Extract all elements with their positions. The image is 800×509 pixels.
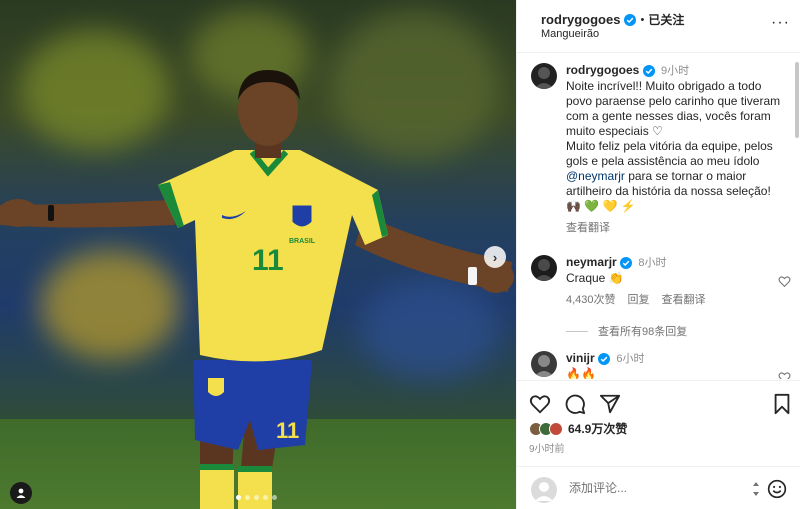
more-options-icon[interactable]: ··· bbox=[771, 14, 790, 32]
comment-body: neymarjr 8小时 Craque 👏 4,430次赞 回复 查看翻译 bbox=[566, 255, 781, 308]
next-media-button[interactable]: › bbox=[484, 246, 506, 268]
jersey-number: 11 bbox=[252, 244, 284, 277]
verified-badge-icon bbox=[620, 256, 633, 269]
verified-badge-icon bbox=[642, 64, 655, 77]
comments-section[interactable]: rodrygogoes 9小时 Noite incrível!! Muito o… bbox=[517, 53, 800, 379]
chevron-right-icon: › bbox=[492, 249, 498, 265]
carousel-dot bbox=[254, 495, 259, 500]
post-timestamp: 9小时前 bbox=[529, 444, 565, 455]
comment-input[interactable] bbox=[569, 481, 739, 495]
header-author-line: rodrygogoes • 已关注 bbox=[541, 11, 684, 28]
location-link[interactable]: Mangueirão bbox=[541, 28, 599, 40]
player-illustration: 11 BRASIL 11 bbox=[0, 70, 514, 509]
post-media[interactable]: 11 BRASIL 11 › bbox=[0, 0, 516, 509]
crest-text: BRASIL bbox=[289, 238, 316, 245]
verified-badge-icon bbox=[598, 352, 611, 365]
carousel-dot bbox=[263, 495, 268, 500]
caption-body: rodrygogoes 9小时 Noite incrível!! Muito o… bbox=[566, 63, 781, 236]
comment-time: 6小时 bbox=[616, 353, 645, 365]
caption-username[interactable]: rodrygogoes bbox=[566, 63, 639, 77]
comment-likes[interactable]: 4,430次赞 bbox=[566, 293, 616, 308]
see-translation-link[interactable]: 查看翻译 bbox=[566, 221, 610, 236]
caption-meta: 查看翻译 bbox=[566, 221, 781, 236]
emoji-icon[interactable] bbox=[767, 479, 787, 499]
avatar bbox=[531, 477, 557, 503]
carousel-indicator bbox=[236, 495, 277, 500]
following-button[interactable]: 已关注 bbox=[648, 11, 684, 28]
user-tag-icon bbox=[16, 488, 26, 498]
view-replies[interactable]: 查看所有98条回复 bbox=[566, 323, 687, 339]
add-comment-bar bbox=[517, 466, 800, 509]
action-bar bbox=[517, 380, 800, 420]
verified-badge-icon bbox=[624, 13, 637, 26]
comment-text: Craque 👏 bbox=[566, 271, 624, 285]
resize-arrows-icon[interactable] bbox=[751, 481, 761, 497]
user-tag-button[interactable] bbox=[10, 482, 32, 504]
avatar[interactable] bbox=[531, 255, 557, 281]
liker-avatar bbox=[549, 421, 563, 436]
caption-text-2: Muito feliz pela vitória da equipe, pelo… bbox=[566, 139, 781, 214]
comment-text: 🔥🔥 bbox=[566, 367, 596, 379]
carousel-dot bbox=[245, 495, 250, 500]
scrollbar-thumb[interactable] bbox=[795, 62, 799, 138]
avatar[interactable] bbox=[531, 351, 557, 377]
heart-icon[interactable] bbox=[529, 393, 551, 415]
see-translation-link[interactable]: 查看翻译 bbox=[662, 293, 706, 308]
heart-icon[interactable] bbox=[778, 275, 791, 288]
replies-line bbox=[566, 330, 588, 332]
reply-button[interactable]: 回复 bbox=[628, 293, 650, 308]
comment-icon[interactable] bbox=[564, 393, 586, 415]
author-username[interactable]: rodrygogoes bbox=[541, 12, 620, 27]
shorts-number: 11 bbox=[276, 418, 299, 443]
caption-text-1: Noite incrível!! Muito obrigado a todo p… bbox=[566, 79, 781, 138]
view-replies-label[interactable]: 查看所有98条回复 bbox=[598, 323, 687, 339]
heart-icon[interactable] bbox=[778, 371, 791, 379]
comment-username[interactable]: neymarjr bbox=[566, 255, 617, 269]
post-detail-panel: rodrygogoes • 已关注 Mangueirão ··· rodrygo… bbox=[516, 0, 800, 509]
mention-link[interactable]: @neymarjr bbox=[566, 169, 625, 183]
separator: • bbox=[640, 13, 645, 26]
post-header: rodrygogoes • 已关注 Mangueirão ··· bbox=[517, 0, 800, 53]
caption-time: 9小时 bbox=[661, 65, 690, 77]
comments-scrollbar[interactable] bbox=[794, 56, 800, 376]
comment-username[interactable]: vinijr bbox=[566, 351, 595, 365]
bookmark-icon[interactable] bbox=[771, 393, 793, 415]
caption-text-2-pre: Muito feliz pela vitória da equipe, pelo… bbox=[566, 139, 773, 168]
likes-count[interactable]: 64.9万次赞 bbox=[568, 420, 627, 437]
comment-time: 8小时 bbox=[638, 257, 667, 269]
likes-summary[interactable]: 64.9万次赞 bbox=[529, 420, 627, 437]
carousel-dot bbox=[236, 495, 241, 500]
comment-meta: 4,430次赞 回复 查看翻译 bbox=[566, 293, 781, 308]
carousel-dot bbox=[272, 495, 277, 500]
share-icon[interactable] bbox=[599, 393, 621, 415]
avatar[interactable] bbox=[531, 63, 557, 89]
comment-body: vinijr 6小时 🔥🔥 bbox=[566, 351, 781, 379]
